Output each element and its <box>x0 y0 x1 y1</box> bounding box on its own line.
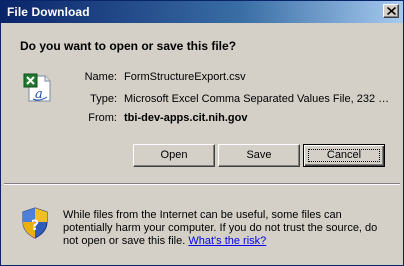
name-label: Name: <box>84 71 117 83</box>
close-button[interactable] <box>383 4 399 18</box>
cancel-button[interactable]: Cancel <box>303 144 385 167</box>
open-button-label: Open <box>160 149 188 161</box>
type-label: Type: <box>90 93 117 105</box>
cancel-button-label: Cancel <box>326 149 362 161</box>
separator <box>4 183 400 185</box>
save-button-label: Save <box>246 149 272 161</box>
title-bar[interactable]: File Download <box>1 1 403 23</box>
save-button[interactable]: Save <box>218 144 300 167</box>
from-label: From: <box>88 112 117 124</box>
whats-the-risk-link[interactable]: What's the risk? <box>188 235 266 247</box>
open-button[interactable]: Open <box>133 144 215 167</box>
warning-message: While files from the Internet can be use… <box>63 209 393 248</box>
file-type-value: Microsoft Excel Comma Separated Values F… <box>124 93 390 105</box>
info-row-name: Name: FormStructureExport.csv <box>1 71 403 87</box>
security-shield-icon: ? <box>21 207 49 239</box>
file-download-dialog: File Download Do you want to open or sav… <box>0 0 404 266</box>
info-row-from: From: tbi-dev-apps.cit.nih.gov <box>1 112 403 128</box>
file-name-value: FormStructureExport.csv <box>124 71 246 83</box>
window-title: File Download <box>7 5 90 19</box>
info-row-type: Type: Microsoft Excel Comma Separated Va… <box>1 93 403 109</box>
svg-text:?: ? <box>31 218 39 234</box>
dialog-question: Do you want to open or save this file? <box>20 39 237 53</box>
file-source-value: tbi-dev-apps.cit.nih.gov <box>124 112 248 124</box>
close-icon <box>387 7 396 15</box>
